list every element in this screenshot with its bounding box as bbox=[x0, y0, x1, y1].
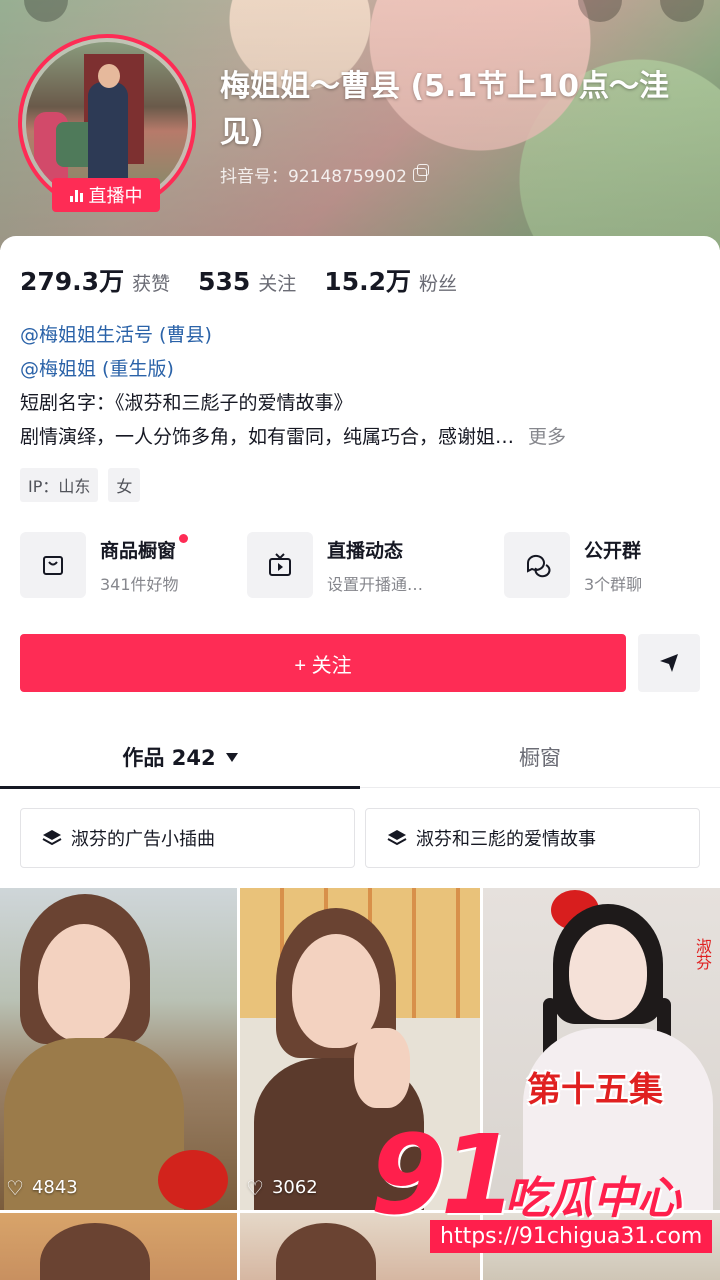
live-bars-icon bbox=[69, 188, 83, 202]
character-label: 淑芬 bbox=[693, 938, 712, 970]
shortcut-subtitle: 341件好物 bbox=[100, 574, 179, 594]
douyin-id[interactable]: 抖音号：92148759902 bbox=[220, 162, 429, 187]
shortcut-title-text: 商品橱窗 bbox=[100, 539, 177, 562]
notification-dot bbox=[179, 533, 189, 543]
douyin-id-text: 抖音号：92148759902 bbox=[220, 167, 407, 187]
stat-following[interactable]: 535 关注 bbox=[198, 267, 296, 296]
shortcuts-row: 商品橱窗 341件好物 直播动态 设置开播通… 公开群 3个群聊 bbox=[20, 532, 700, 602]
shortcut-title: 公开群 bbox=[584, 539, 642, 562]
live-badge[interactable]: 直播中 bbox=[52, 178, 160, 212]
watermark-logo: 91 bbox=[370, 1111, 517, 1239]
chat-bubbles-icon bbox=[504, 532, 570, 598]
shortcut-title: 商品橱窗 bbox=[100, 533, 189, 563]
stat-label: 关注 bbox=[258, 273, 297, 295]
heart-icon: ♡ bbox=[6, 1175, 24, 1200]
likes-count: ♡ 4843 bbox=[6, 1177, 78, 1198]
shortcut-subtitle: 设置开播通… bbox=[327, 574, 424, 594]
copy-icon[interactable] bbox=[412, 163, 429, 182]
ip-location-tag: IP：山东 bbox=[20, 468, 99, 502]
stat-value: 279.3万 bbox=[20, 267, 125, 296]
tab-works-label: 作品 242 bbox=[122, 746, 216, 770]
collection-label: 淑芬和三彪的爱情故事 bbox=[416, 829, 596, 850]
bio: @梅姐姐生活号 (曹县) @梅姐姐 (重生版) 短剧名字：《淑芬和三彪子的爱情故… bbox=[20, 318, 700, 454]
stat-likes[interactable]: 279.3万 获赞 bbox=[20, 262, 170, 298]
watermark: 91 吃瓜中心 https://91chigua31.com bbox=[370, 1120, 720, 1280]
caret-down-icon bbox=[225, 752, 238, 762]
live-badge-label: 直播中 bbox=[88, 186, 143, 207]
shortcut-subtitle: 3个群聊 bbox=[584, 574, 643, 594]
collections-row: 淑芬的广告小插曲 淑芬和三彪的爱情故事 bbox=[20, 808, 700, 868]
share-button[interactable] bbox=[638, 634, 700, 692]
active-tab-indicator bbox=[0, 786, 360, 789]
likes-count: ♡ 3062 bbox=[246, 1177, 318, 1198]
stat-label: 粉丝 bbox=[418, 273, 457, 295]
likes-value: 4843 bbox=[31, 1177, 78, 1198]
tags-row: IP：山东 女 bbox=[20, 468, 141, 502]
shortcut-title: 直播动态 bbox=[327, 539, 404, 562]
shop-bag-icon bbox=[20, 532, 86, 598]
bio-description-text: 剧情演绎，一人分饰多角，如有雷同，纯属巧合，感谢姐… bbox=[20, 426, 515, 448]
send-icon bbox=[660, 654, 678, 672]
tv-icon bbox=[247, 532, 313, 598]
likes-value: 3062 bbox=[271, 1177, 318, 1198]
stat-followers[interactable]: 15.2万 粉丝 bbox=[324, 262, 457, 298]
layers-icon bbox=[42, 830, 62, 846]
gender-tag: 女 bbox=[108, 468, 141, 502]
collection-label: 淑芬的广告小插曲 bbox=[71, 829, 215, 850]
bio-link-reborn[interactable]: @梅姐姐 (重生版) bbox=[20, 352, 700, 386]
shortcut-public-group[interactable]: 公开群 3个群聊 bbox=[504, 532, 642, 598]
bio-description: 剧情演绎，一人分饰多角，如有雷同，纯属巧合，感谢姐… 更多 bbox=[20, 420, 700, 454]
shortcut-live-updates[interactable]: 直播动态 设置开播通… bbox=[247, 532, 423, 598]
bio-link-life[interactable]: @梅姐姐生活号 (曹县) bbox=[20, 318, 700, 352]
stat-value: 535 bbox=[198, 267, 251, 296]
stat-label: 获赞 bbox=[132, 273, 171, 295]
stats-row: 279.3万 获赞 535 关注 15.2万 粉丝 bbox=[20, 262, 457, 298]
heart-icon: ♡ bbox=[246, 1175, 264, 1200]
video-thumbnail[interactable]: ♡ 4843 bbox=[0, 888, 237, 1210]
bio-drama-name: 短剧名字：《淑芬和三彪子的爱情故事》 bbox=[20, 392, 353, 414]
video-thumbnail[interactable] bbox=[0, 1213, 237, 1280]
follow-button[interactable]: + 关注 bbox=[20, 634, 626, 692]
content-tabs: 作品 242 橱窗 bbox=[0, 726, 720, 789]
layers-icon bbox=[387, 830, 407, 846]
watermark-text: 吃瓜中心 bbox=[505, 1173, 681, 1224]
collection-ad-clips[interactable]: 淑芬的广告小插曲 bbox=[20, 808, 355, 868]
profile-name: 梅姐姐～曹县 (5.1节上10点～洼见) bbox=[220, 69, 670, 150]
tab-works[interactable]: 作品 242 bbox=[0, 726, 360, 788]
bio-more-link[interactable]: 更多 bbox=[528, 426, 566, 448]
stat-value: 15.2万 bbox=[324, 267, 411, 296]
episode-label: 第十五集 bbox=[527, 1070, 663, 1110]
shortcut-shop-window[interactable]: 商品橱窗 341件好物 bbox=[20, 532, 189, 598]
collection-love-story[interactable]: 淑芬和三彪的爱情故事 bbox=[365, 808, 700, 868]
tab-showcase[interactable]: 橱窗 bbox=[360, 726, 720, 788]
watermark-url: https://91chigua31.com bbox=[430, 1220, 713, 1253]
